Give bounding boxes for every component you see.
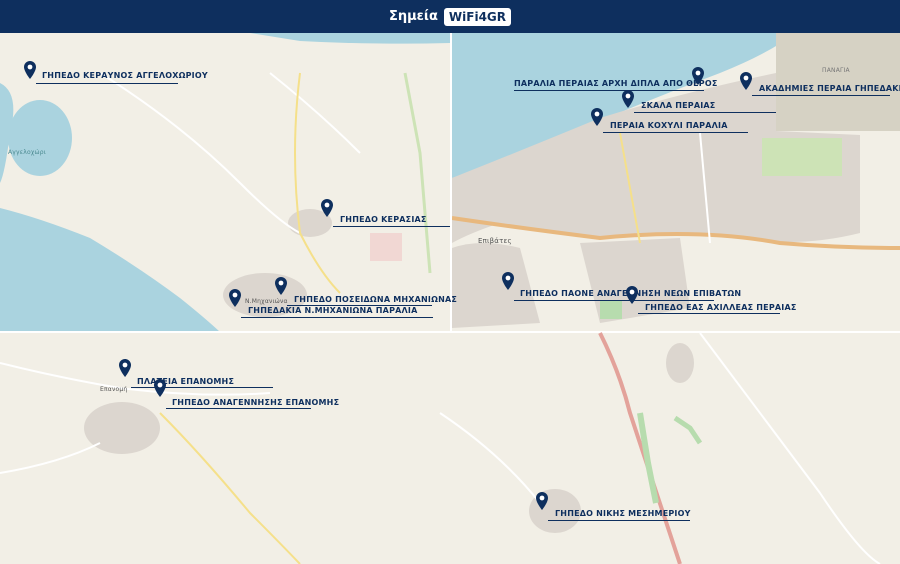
- map-pin-icon: [119, 359, 131, 377]
- map-pin-icon: [591, 108, 603, 126]
- map-pin-icon: [229, 289, 241, 307]
- leader-line: [241, 317, 433, 318]
- place-label-angelochori: Αγγελοχώρι: [8, 149, 46, 156]
- leader-line: [514, 300, 714, 301]
- leader-line: [131, 387, 273, 388]
- map-pin-icon: [502, 272, 514, 290]
- leader-line: [36, 83, 178, 84]
- place-label-michaniona: Ν.Μηχανιώνα: [245, 298, 288, 305]
- map-pin-icon: [24, 61, 36, 79]
- header-title: Σημεία: [388, 9, 438, 24]
- leader-line: [333, 226, 450, 227]
- map-pin-icon: [536, 492, 548, 510]
- leader-line: [752, 95, 890, 96]
- marker-label: ΓΗΠΕΔΟ ΚΕΡΑΥΝΟΣ ΑΓΓΕΛΟΧΩΡΙΟΥ: [42, 71, 208, 80]
- map-pin-icon: [154, 379, 166, 397]
- place-label-epivates: Επιβάτες: [478, 237, 512, 245]
- map-pin-icon: [275, 277, 287, 295]
- leader-line: [634, 112, 776, 113]
- leader-line: [166, 408, 311, 409]
- marker-label: ΠΛΑΤΕΙΑ ΕΠΑΝΟΜΗΣ: [137, 377, 235, 386]
- marker-label: ΠΕΡΑΙΑ ΚΟΧΥΛΙ ΠΑΡΑΛΙΑ: [610, 121, 728, 130]
- marker-label: ΓΗΠΕΔΟ ΠΟΣΕΙΔΩΝΑ ΜΗΧΑΝΙΩΝΑΣ: [294, 295, 458, 304]
- map-pin-icon: [626, 286, 638, 304]
- marker-label: ΓΗΠΕΔΟ ΑΝΑΓΕΝΝΗΣΗΣ ΕΠΑΝΟΜΗΣ: [172, 398, 340, 407]
- leader-line: [603, 132, 748, 133]
- place-label-epanomi: Επανομή: [100, 386, 128, 393]
- map-pin-icon: [740, 72, 752, 90]
- marker-label: ΓΗΠΕΔΟ ΚΕΡΑΣΙΑΣ: [340, 215, 427, 224]
- leader-line: [548, 520, 690, 521]
- marker-label: ΓΗΠΕΔΟ ΝΙΚΗΣ ΜΕΣΗΜΕΡΙΟΥ: [555, 509, 691, 518]
- marker-label: ΓΗΠΕΔΟ ΕΑΣ ΑΧΙΛΛΕΑΣ ΠΕΡΑΙΑΣ: [645, 303, 797, 312]
- marker-label: ΑΚΑΔΗΜΙΕΣ ΠΕΡΑΙΑ ΓΗΠΕΔΑΚΙΑ: [759, 84, 900, 93]
- header-bar: Σημεία WiFi4GR: [0, 0, 900, 33]
- brand-badge: WiFi4GR: [443, 7, 512, 26]
- leader-line: [638, 313, 780, 314]
- map-collage: Αγγελοχώρι Επιβάτες Ν.Μηχανιώνα Επανομή …: [0, 33, 900, 564]
- place-label-region: ΠΑΝΑΓΙΑ: [822, 67, 850, 74]
- marker-label: ΣΚΑΛΑ ΠΕΡΑΙΑΣ: [641, 101, 716, 110]
- leader-line: [514, 90, 704, 91]
- marker-label: ΠΑΡΑΛΙΑ ΠΕΡΑΙΑΣ ΑΡΧΗ ΔΙΠΛΑ ΑΠΟ ΘΕΡΟΣ: [514, 79, 718, 88]
- marker-label: ΓΗΠΕΔΑΚΙΑ Ν.ΜΗΧΑΝΙΩΝΑ ΠΑΡΑΛΙΑ: [248, 306, 418, 315]
- map-pin-icon: [622, 90, 634, 108]
- map-pin-icon: [321, 199, 333, 217]
